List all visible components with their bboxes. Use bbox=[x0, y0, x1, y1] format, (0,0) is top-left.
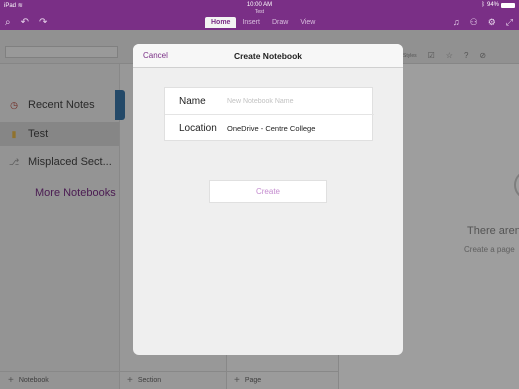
toolbar-right: ♫ ⚇ ⚙ ⤢ bbox=[453, 17, 513, 28]
settings-icon[interactable]: ⚙ bbox=[488, 17, 496, 28]
tab-home[interactable]: Home bbox=[205, 17, 237, 28]
redo-icon[interactable]: ↷ bbox=[39, 17, 47, 28]
tab-insert[interactable]: Insert bbox=[236, 17, 266, 28]
name-row: Name bbox=[165, 88, 374, 115]
search-icon[interactable]: ⌕ bbox=[5, 17, 11, 28]
tab-view[interactable]: View bbox=[294, 17, 321, 28]
status-right: ᛒ 94% bbox=[481, 2, 515, 8]
bluetooth-icon: ᛒ bbox=[481, 2, 485, 8]
bell-icon[interactable]: ♫ bbox=[453, 17, 460, 28]
undo-icon[interactable]: ↶ bbox=[21, 17, 29, 28]
location-value: OneDrive - Centre College bbox=[227, 124, 316, 133]
top-bar: iPad ≋ 10:00 AM Test ᛒ 94% ⌕ ↶ ↷ Home In… bbox=[0, 0, 519, 30]
status-time: 10:00 AM bbox=[246, 2, 273, 8]
tab-draw[interactable]: Draw bbox=[266, 17, 294, 28]
battery-icon bbox=[501, 2, 515, 8]
battery-percent: 94% bbox=[486, 2, 499, 8]
toolbar-left: ⌕ ↶ ↷ bbox=[5, 17, 47, 28]
dialog-header: Cancel Create Notebook bbox=[133, 44, 403, 68]
location-row[interactable]: Location OneDrive - Centre College bbox=[165, 115, 374, 142]
ribbon-tabs: Home Insert Draw View bbox=[205, 17, 321, 28]
document-title: Test bbox=[254, 9, 265, 15]
share-icon[interactable]: ⚇ bbox=[470, 17, 478, 28]
create-button[interactable]: Create bbox=[209, 180, 327, 203]
name-label: Name bbox=[179, 95, 206, 107]
notebook-form: Name Location OneDrive - Centre College bbox=[164, 87, 374, 142]
create-notebook-dialog: Cancel Create Notebook Name Location One… bbox=[133, 44, 403, 355]
notebook-name-input[interactable] bbox=[227, 97, 367, 105]
expand-icon[interactable]: ⤢ bbox=[506, 17, 513, 28]
location-label: Location bbox=[179, 123, 217, 134]
dialog-title: Create Notebook bbox=[233, 51, 302, 61]
